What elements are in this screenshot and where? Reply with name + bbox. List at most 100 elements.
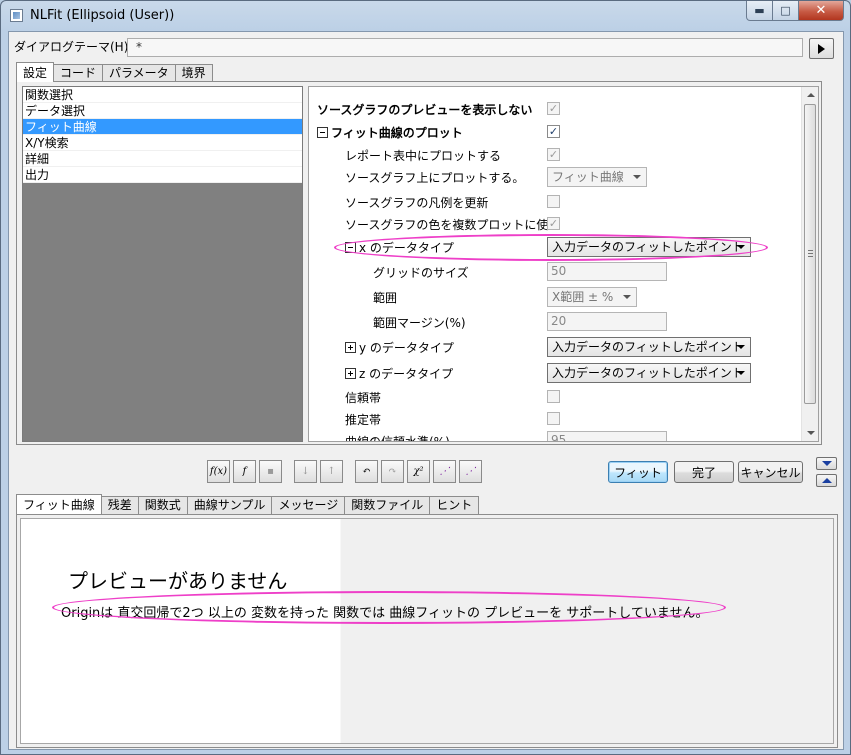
update-legend-checkbox[interactable] (547, 195, 560, 208)
maximize-button[interactable]: □ (773, 1, 799, 21)
window-title: NLFit (Ellipsoid (User)) (30, 8, 175, 23)
minimize-icon: ▬ (754, 4, 765, 17)
tab-residuals[interactable]: 残差 (100, 496, 139, 514)
dialog-window: NLFit (Ellipsoid (User)) ▬ □ ✕ ダイアログテーマ(… (0, 0, 851, 755)
settings-panel: 関数選択 データ選択 フィット曲線 X/Y検索 詳細 出力 ソースグラフのプレビ… (16, 81, 822, 445)
prop-label: レポート表中にプロットする (345, 149, 502, 163)
plot-on-source-select[interactable]: フィット曲線 (547, 167, 647, 187)
step-icon[interactable]: ⋰ (433, 460, 456, 483)
list-item-fitted-curves[interactable]: フィット曲線 (23, 119, 302, 135)
grid-size-field[interactable]: 50 (547, 262, 667, 281)
prop-label: フィット曲線のプロット (317, 124, 463, 141)
prop-row-prediction-band: 推定帯 (309, 407, 803, 431)
tab-messages[interactable]: メッセージ (271, 496, 346, 514)
prop-row-plot-in-report: レポート表中にプロットする ✓ (309, 143, 803, 167)
prediction-band-checkbox[interactable] (547, 412, 560, 425)
tab-fitted-curve[interactable]: フィット曲線 (16, 494, 102, 514)
grip-icon (808, 250, 813, 257)
plot-in-report-checkbox[interactable]: ✓ (547, 148, 560, 161)
x-datatype-select[interactable]: 入力データのフィットしたポイント (547, 237, 751, 257)
chevron-down-icon (737, 345, 745, 349)
category-list[interactable]: 関数選択 データ選択 フィット曲線 X/Y検索 詳細 出力 (22, 86, 303, 442)
z-datatype-select[interactable]: 入力データのフィットしたポイント (547, 363, 751, 383)
minimize-button[interactable]: ▬ (746, 1, 773, 21)
chevron-down-icon (737, 371, 745, 375)
close-button[interactable]: ✕ (799, 1, 844, 21)
close-icon: ✕ (815, 3, 827, 18)
caption-buttons: ▬ □ ✕ (746, 1, 844, 21)
prop-row-y-datatype: y のデータタイプ 入力データのフィットしたポイント (309, 335, 803, 359)
prop-label: 信頼帯 (345, 391, 382, 405)
prop-row-confidence-level: 曲線の信頼水準(%) 95 (309, 429, 803, 441)
tab-sample-curve[interactable]: 曲線サンプル (186, 496, 273, 514)
tab-bounds[interactable]: 境界 (174, 64, 213, 82)
list-item-xy-find[interactable]: X/Y検索 (23, 135, 302, 151)
undo-icon[interactable]: ↶ (355, 460, 378, 483)
preview-panel: プレビューがありません Originは 直交回帰で2つ 以上の 変数を持った 関… (16, 514, 838, 748)
expand-up-button[interactable] (816, 474, 837, 487)
expand-icon[interactable] (345, 342, 356, 353)
no-preview-checkbox[interactable]: ✓ (547, 102, 560, 115)
prop-row-use-source-color: ソースグラフの色を複数プロットに使う ✓ (309, 212, 803, 236)
cancel-button[interactable]: キャンセル (738, 461, 803, 483)
sort-icon[interactable]: ↓ (294, 460, 317, 483)
list-item-output[interactable]: 出力 (23, 167, 302, 183)
chevron-down-icon (623, 295, 631, 299)
confidence-band-checkbox[interactable] (547, 390, 560, 403)
tab-hints[interactable]: ヒント (429, 496, 480, 514)
sort-alt-icon[interactable]: ↑ (320, 460, 343, 483)
prop-label: ソースグラフのプレビューを表示しない (317, 103, 533, 117)
prop-row-no-preview: ソースグラフのプレビューを表示しない ✓ (309, 97, 803, 121)
converge-icon[interactable]: ⋰ (459, 460, 482, 483)
scroll-thumb[interactable] (804, 104, 816, 404)
prop-label: グリッドのサイズ (373, 266, 469, 280)
expand-icon[interactable] (345, 368, 356, 379)
collapse-icon[interactable] (345, 242, 356, 253)
theme-menu-button[interactable] (809, 38, 834, 59)
tab-formula[interactable]: 関数式 (137, 496, 188, 514)
play-right-icon (818, 43, 825, 54)
prop-label: ソースグラフ上にプロットする。 (345, 171, 525, 185)
prop-label: z のデータタイプ (345, 365, 453, 382)
scroll-up-icon[interactable] (807, 93, 815, 97)
list-item-data-select[interactable]: データ選択 (23, 103, 302, 119)
dialog-client: ダイアログテーマ(H) * 設定 コード パラメータ 境界 関数選択 データ選択… (8, 31, 844, 750)
collapse-icon[interactable] (317, 127, 328, 138)
list-item-function-select[interactable]: 関数選択 (23, 87, 302, 103)
title-bar[interactable]: NLFit (Ellipsoid (User)) ▬ □ ✕ (1, 1, 850, 31)
range-select[interactable]: X範囲 ± % (547, 287, 637, 307)
prop-label: ソースグラフの色を複数プロットに使う (345, 218, 561, 232)
confidence-level-field[interactable]: 95 (547, 431, 667, 441)
chevron-down-icon (737, 245, 745, 249)
y-datatype-select[interactable]: 入力データのフィットしたポイント (547, 337, 751, 357)
scroll-down-icon[interactable] (807, 431, 815, 435)
range-margin-field[interactable]: 20 (547, 312, 667, 331)
theme-label: ダイアログテーマ(H) (14, 40, 129, 54)
prop-row-range: 範囲 X範囲 ± % (309, 285, 803, 309)
list-item-advanced[interactable]: 詳細 (23, 151, 302, 167)
maximize-icon: □ (780, 4, 791, 17)
property-scrollbar[interactable] (801, 87, 818, 441)
fx-edit-icon[interactable]: f (233, 460, 256, 483)
settings-tabs: 設定 コード パラメータ 境界 (16, 62, 213, 82)
prop-label: 範囲マージン(%) (373, 316, 466, 330)
preview-title: プレビューがありません (68, 569, 288, 593)
prop-label: ソースグラフの凡例を更新 (345, 196, 489, 210)
chevron-down-icon (633, 175, 641, 179)
fx-new-icon[interactable]: f(x) (207, 460, 230, 483)
fit-toolbar: f(x) f ▪ ↓ ↑ ↶ ↷ χ² ⋰ ⋰ (207, 460, 485, 483)
chi-square-icon[interactable]: χ² (407, 460, 430, 483)
save-icon[interactable]: ▪ (259, 460, 282, 483)
use-source-color-checkbox[interactable]: ✓ (547, 217, 560, 230)
theme-input[interactable]: * (127, 38, 803, 57)
tab-settings[interactable]: 設定 (16, 62, 55, 82)
tab-parameters[interactable]: パラメータ (102, 64, 176, 82)
tab-code[interactable]: コード (53, 64, 104, 82)
done-button[interactable]: 完了 (674, 461, 734, 483)
redo-icon[interactable]: ↷ (381, 460, 404, 483)
fit-curve-plot-checkbox[interactable]: ✓ (547, 125, 560, 138)
collapse-down-button[interactable] (816, 457, 837, 470)
prop-row-grid-size: グリッドのサイズ 50 (309, 260, 803, 284)
tab-function-file[interactable]: 関数ファイル (344, 496, 431, 514)
fit-button[interactable]: フィット (608, 461, 668, 483)
